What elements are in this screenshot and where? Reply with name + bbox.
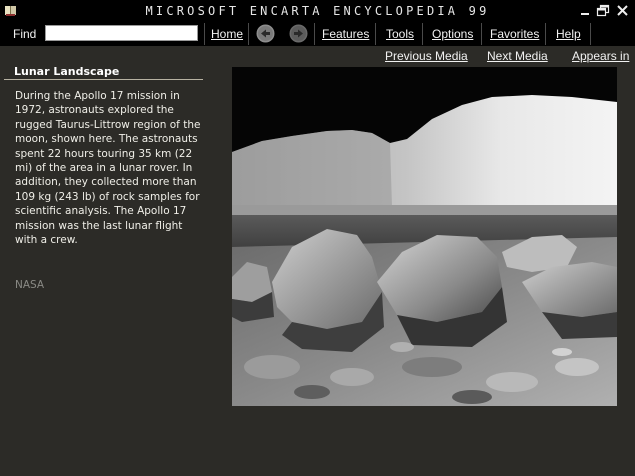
lunar-landscape-image [232, 67, 617, 406]
menu-divider [422, 23, 423, 45]
tools-menu[interactable]: Tools [386, 27, 414, 41]
caption-title: Lunar Landscape [14, 65, 120, 78]
features-menu[interactable]: Features [322, 27, 369, 41]
photo-credit: NASA [15, 279, 45, 291]
menu-divider [545, 23, 546, 45]
menu-divider [248, 23, 249, 45]
find-input[interactable] [45, 25, 198, 41]
caption-text: During the Apollo 17 mission in 1972, as… [15, 90, 201, 247]
options-menu[interactable]: Options [432, 27, 473, 41]
favorites-menu[interactable]: Favorites [490, 27, 539, 41]
forward-button[interactable] [289, 24, 308, 43]
menu-bar: Find Home Features Tools Options Favorit… [0, 22, 635, 46]
menu-divider [590, 23, 591, 45]
menu-divider [314, 23, 315, 45]
back-button[interactable] [256, 24, 275, 43]
next-media-link[interactable]: Next Media [487, 49, 548, 63]
lunar-landscape-photo[interactable] [232, 67, 617, 406]
menu-divider [375, 23, 376, 45]
help-menu[interactable]: Help [556, 27, 581, 41]
restore-button[interactable] [596, 3, 611, 18]
menu-divider [204, 23, 205, 45]
find-label: Find [13, 27, 37, 41]
home-menu[interactable]: Home [211, 27, 243, 41]
menu-divider [481, 23, 482, 45]
close-button[interactable] [615, 3, 630, 18]
previous-media-link[interactable]: Previous Media [385, 49, 468, 63]
minimize-button[interactable] [578, 3, 593, 18]
appears-in-link[interactable]: Appears in [572, 49, 629, 63]
caption-divider [4, 79, 203, 80]
title-bar: MICROSOFT ENCARTA ENCYCLOPEDIA 99 [0, 0, 635, 22]
window-title: MICROSOFT ENCARTA ENCYCLOPEDIA 99 [145, 4, 490, 18]
